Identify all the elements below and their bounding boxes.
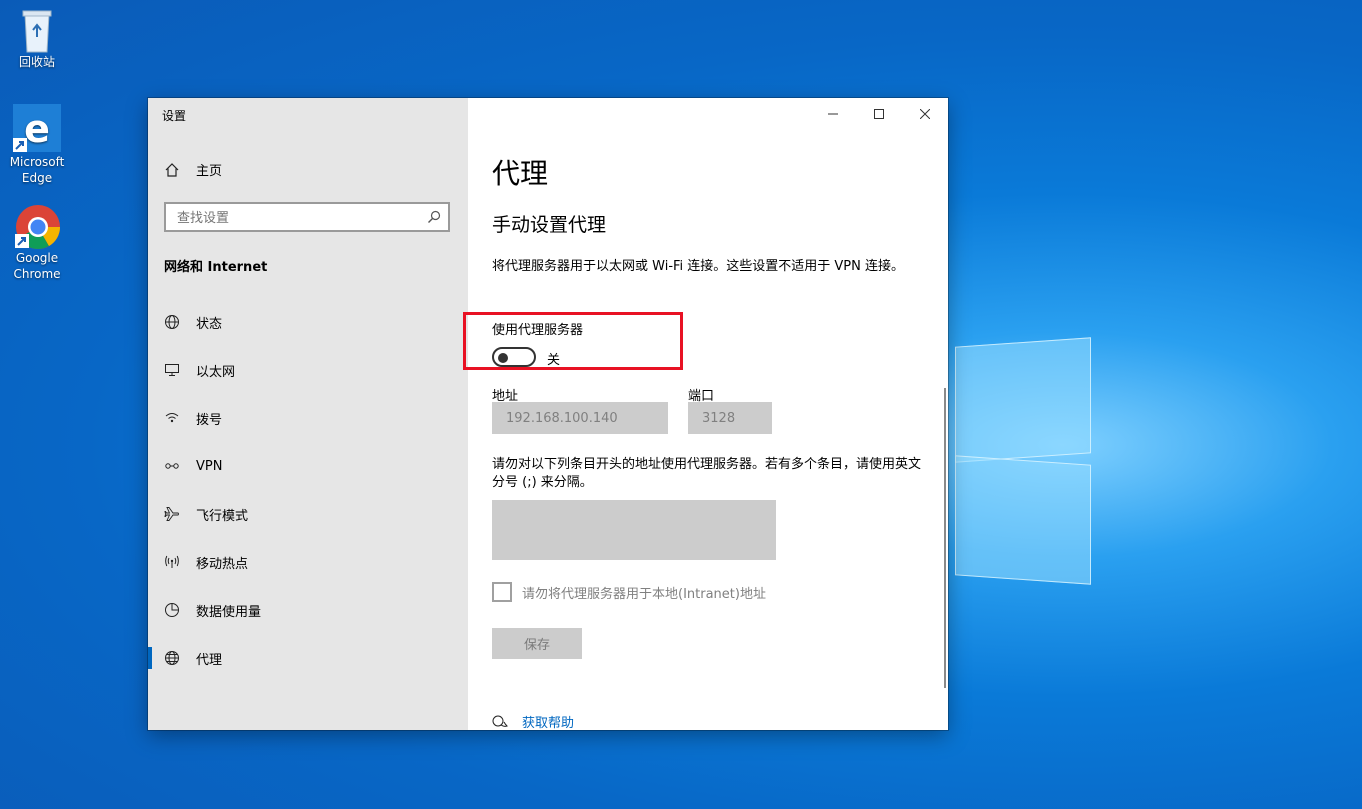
sidebar-item-label: 数据使用量 <box>196 604 262 620</box>
window-controls <box>810 98 948 130</box>
sidebar-item-proxy[interactable]: 代理 <box>148 634 468 682</box>
maximize-icon <box>874 109 884 119</box>
vpn-icon <box>164 458 180 474</box>
home-icon <box>164 162 180 178</box>
desktop-icon-recycle-bin[interactable]: 回收站 <box>6 8 68 70</box>
svg-text:e: e <box>24 107 50 151</box>
proxy-description: 将代理服务器用于以太网或 Wi-Fi 连接。这些设置不适用于 VPN 连接。 <box>492 259 905 274</box>
chrome-icon <box>15 204 60 249</box>
sidebar-item-label: VPN <box>196 458 223 474</box>
use-proxy-label: 使用代理服务器 <box>492 323 584 338</box>
use-proxy-toggle[interactable] <box>492 347 536 367</box>
globe-status-icon <box>164 314 180 330</box>
minimize-button[interactable] <box>810 98 856 130</box>
exceptions-description: 请勿对以下列条目开头的地址使用代理服务器。若有多个条目，请使用英文分号 (;) … <box>492 457 922 490</box>
window-title: 设置 <box>162 109 187 123</box>
sidebar-item-label: 飞行模式 <box>196 508 249 524</box>
shortcut-arrow-icon <box>13 138 27 152</box>
sidebar-item-airplane[interactable]: 飞行模式 <box>148 490 468 538</box>
desktop-icon-label: Microsoft Edge <box>9 155 65 185</box>
sidebar-item-ethernet[interactable]: 以太网 <box>148 346 468 394</box>
help-chat-icon <box>492 714 508 730</box>
settings-window: 设置 主页 网络和 Internet 状态 <box>148 98 948 730</box>
section-title: 网络和 Internet <box>164 260 268 275</box>
close-button[interactable] <box>902 98 948 130</box>
local-bypass-row[interactable]: 请勿将代理服务器用于本地(Intranet)地址 <box>492 582 766 602</box>
address-input[interactable] <box>504 402 648 434</box>
sidebar-item-data-usage[interactable]: 数据使用量 <box>148 586 468 634</box>
shortcut-arrow-icon <box>15 234 29 248</box>
local-bypass-checkbox[interactable] <box>492 582 512 602</box>
sidebar-item-label: 移动热点 <box>196 556 249 572</box>
main-content: 代理 手动设置代理 将代理服务器用于以太网或 Wi-Fi 连接。这些设置不适用于… <box>463 98 948 730</box>
desktop-icon-chrome[interactable]: Google Chrome <box>6 204 68 282</box>
sidebar-item-hotspot[interactable]: 移动热点 <box>148 538 468 586</box>
maximize-button[interactable] <box>856 98 902 130</box>
minimize-icon <box>828 113 838 115</box>
sidebar-item-vpn[interactable]: VPN <box>148 442 468 490</box>
sidebar: 设置 主页 网络和 Internet 状态 <box>148 98 468 730</box>
exceptions-input[interactable] <box>492 500 776 560</box>
ethernet-icon <box>164 362 180 378</box>
desktop-icon-edge[interactable]: e Microsoft Edge <box>6 104 68 186</box>
nav-home[interactable]: 主页 <box>164 160 222 179</box>
recycle-bin-icon <box>15 8 59 53</box>
search-input[interactable] <box>175 204 419 232</box>
section-title-manual-proxy: 手动设置代理 <box>492 214 607 236</box>
sidebar-item-status[interactable]: 状态 <box>148 298 468 346</box>
get-help-label: 获取帮助 <box>522 716 575 730</box>
local-bypass-label: 请勿将代理服务器用于本地(Intranet)地址 <box>522 586 766 602</box>
save-button[interactable]: 保存 <box>492 628 582 659</box>
nav-list: 状态 以太网 拨号 VPN 飞行模式 移动热点 数据使用量 代理 <box>148 298 468 682</box>
address-field[interactable] <box>492 402 668 434</box>
edge-icon: e <box>13 104 61 152</box>
desktop-icon-label: Google Chrome <box>13 251 61 281</box>
search-icon[interactable] <box>427 210 441 228</box>
data-usage-icon <box>164 602 180 618</box>
dialup-icon <box>164 410 180 426</box>
sidebar-item-label: 以太网 <box>196 364 236 380</box>
airplane-icon <box>164 506 180 522</box>
page-title: 代理 <box>492 157 549 190</box>
hotspot-icon <box>164 554 180 570</box>
sidebar-item-label: 代理 <box>196 652 223 668</box>
get-help-link[interactable]: 获取帮助 <box>492 712 574 730</box>
close-icon <box>920 109 930 119</box>
search-box[interactable] <box>164 202 450 232</box>
sidebar-item-dialup[interactable]: 拨号 <box>148 394 468 442</box>
port-input[interactable] <box>700 402 764 434</box>
sidebar-item-label: 状态 <box>196 316 223 332</box>
sidebar-item-label: 拨号 <box>196 412 223 428</box>
nav-home-label: 主页 <box>196 164 223 179</box>
globe-icon <box>164 650 180 666</box>
scrollbar[interactable] <box>944 388 946 688</box>
port-field[interactable] <box>688 402 772 434</box>
toggle-state-label: 关 <box>547 353 561 368</box>
